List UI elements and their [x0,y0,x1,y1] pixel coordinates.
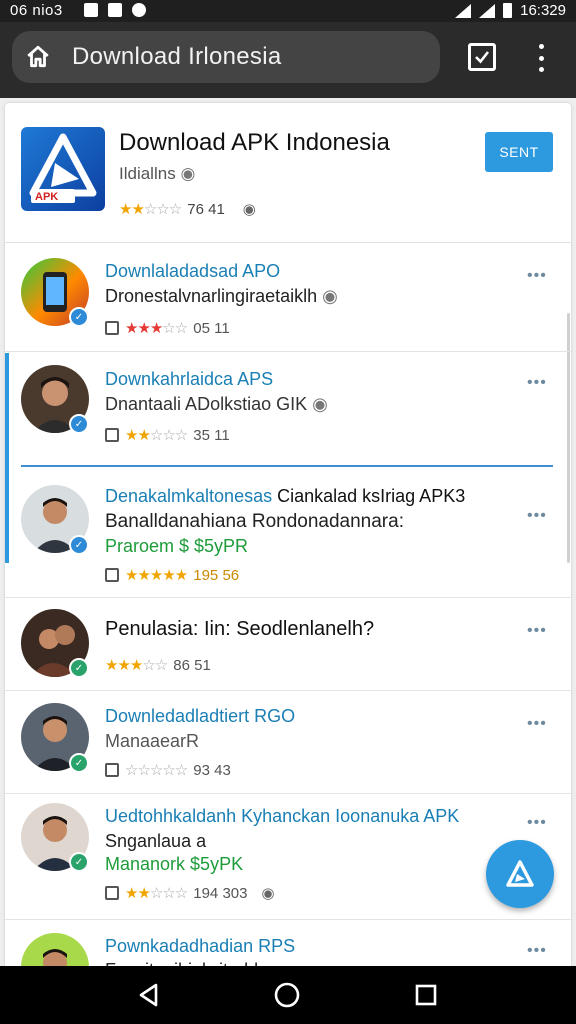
list-item[interactable]: ✓ Penulasia: Iin: Seodlenlanelh? ★★★☆☆ 8… [5,598,571,691]
item-rating: ★★☆☆☆ 35 11 [105,426,230,444]
notification-icons [84,3,146,17]
status-time-right: 16:329 [520,2,566,19]
rating-text: 05 11 [193,319,230,337]
home-circle-icon[interactable] [272,980,302,1010]
more-options-icon[interactable]: ••• [527,942,547,960]
info-icon: ◉ [322,286,338,306]
battery-icon [503,3,513,18]
verified-badge-icon: ✓ [69,852,89,872]
rating-text: 86 51 [173,656,211,674]
item-description: Banalldanahiana Rondonadannara: [105,511,404,532]
item-description-text: Dronestalvnarlingiraetaiklh [105,286,318,306]
notification-icon [132,3,146,17]
rating-text: 195 56 [193,566,240,584]
verified-badge-icon: ✓ [69,307,89,327]
featured-title: Download APK Indonesia [119,129,390,156]
more-options-icon[interactable]: ••• [527,622,547,640]
globe-icon: ◉ [242,201,256,218]
featured-subtitle: Ildiallns ◉ [119,164,195,184]
app-logo: APK [21,127,105,211]
item-description: Snganlaua a [105,831,207,851]
status-time-left: 06 nio3 [10,2,63,19]
rating-stars: ☆☆☆☆☆ [125,762,188,779]
url-text[interactable]: Download Irlonesia [72,43,282,71]
item-title-dark: Ciankalad ksIriag APK3 [277,486,466,506]
rating-stars: ★★☆☆☆ [125,427,188,444]
shopping-bag-icon [105,568,119,582]
item-price: Mananork $5yPK [105,854,244,874]
item-title[interactable]: Uedtohhkaldanh Kyhanckan Ioonanuka APK [105,806,459,827]
item-rating: ★★☆☆☆ 194 303 ◉ [105,884,275,902]
logo-text: APK [35,191,58,203]
verified-badge-icon: ✓ [69,658,89,678]
rating-text: 35 11 [193,426,230,444]
item-title[interactable]: Downkahrlaidca APS [105,369,273,390]
rating-stars: ★★☆☆☆ [119,201,182,218]
wifi-icon [479,3,496,18]
item-rating: ★★★☆☆ 05 11 [105,319,230,337]
item-title-blue: Denakalmkaltonesas [105,486,273,506]
rating-stars: ★★★☆☆ [125,320,188,337]
tab-switcher-icon[interactable] [468,43,496,71]
overflow-menu-icon[interactable] [534,41,548,75]
install-button[interactable]: SENT [485,132,553,172]
list-item[interactable]: ✓ Downlaladadsad APO Dronestalvnarlingir… [5,243,571,352]
featured-app[interactable]: APK Download APK Indonesia Ildiallns ◉ ★… [5,103,571,243]
rating-text: 194 303 [193,884,248,902]
list-item[interactable]: ✓ Downledadladtiert RGO ManaaearR ☆☆☆☆☆ … [5,691,571,794]
shopping-bag-icon [105,321,119,335]
item-description: Dnantaali ADolkstiao GIK ◉ [105,394,328,415]
item-title[interactable]: Penulasia: Iin: Seodlenlanelh? [105,618,374,641]
item-description: ManaaearR [105,731,200,751]
verified-badge-icon: ✓ [69,535,89,555]
status-bar: 06 nio3 16:329 [0,0,576,22]
notification-icon [108,3,122,17]
rating-text: 93 43 [193,761,231,779]
item-title[interactable]: Downlaladadsad APO [105,261,280,282]
more-options-icon[interactable]: ••• [527,814,547,832]
item-description: Dronestalvnarlingiraetaiklh ◉ [105,286,338,307]
results-card: APK Download APK Indonesia Ildiallns ◉ ★… [5,103,571,973]
rating-text: 76 41 [187,200,225,218]
item-title[interactable]: Pownkadadhadian RPS [105,936,295,957]
more-options-icon[interactable]: ••• [527,267,547,285]
shopping-bag-icon [105,886,119,900]
signal-icon [455,3,472,18]
rating-stars: ★★☆☆☆ [125,885,188,902]
globe-icon: ◉ [261,885,275,902]
list-item[interactable]: ✓ Denakalmkaltonesas Ciankalad ksIriag A… [5,467,571,598]
item-rating: ★★★★★ 195 56 [105,566,239,584]
item-rating: ★★★☆☆ 86 51 [105,656,211,675]
verified-badge-icon: ✓ [69,414,89,434]
verified-badge-icon: ✓ [69,753,89,773]
recents-icon[interactable] [411,980,441,1010]
address-bar[interactable]: Download Irlonesia [12,31,440,83]
item-description-text: Dnantaali ADolkstiao GIK [105,394,308,414]
system-navigation-bar [0,966,576,1024]
list-item[interactable]: ✓ Uedtohhkaldanh Kyhanckan Ioonanuka APK… [5,794,571,920]
rating-stars: ★★★☆☆ [105,657,168,674]
shopping-bag-icon [105,428,119,442]
floating-action-button[interactable] [486,840,554,908]
list-item[interactable]: ✓ Downkahrlaidca APS Dnantaali ADolkstia… [5,352,571,461]
item-title[interactable]: Denakalmkaltonesas Ciankalad ksIriag APK… [105,486,465,507]
system-icons: 16:329 [455,2,566,19]
browser-toolbar: Download Irlonesia [0,22,576,98]
more-options-icon[interactable]: ••• [527,374,547,392]
item-rating: ☆☆☆☆☆ 93 43 [105,761,231,779]
featured-rating: ★★☆☆☆ 76 41 ◉ [119,200,256,219]
home-icon[interactable] [12,31,64,83]
app-logo-icon [506,860,534,887]
more-options-icon[interactable]: ••• [527,507,547,525]
shopping-bag-icon [105,763,119,777]
more-options-icon[interactable]: ••• [527,715,547,733]
info-icon: ◉ [180,164,196,183]
info-icon: ◉ [312,394,328,414]
notification-icon [84,3,98,17]
featured-subtitle-text: Ildiallns [119,164,176,183]
item-title[interactable]: Downledadladtiert RGO [105,706,295,727]
item-price: Praroem $ $5yPR [105,536,249,556]
back-icon[interactable] [134,980,164,1010]
rating-stars: ★★★★★ [125,567,188,584]
